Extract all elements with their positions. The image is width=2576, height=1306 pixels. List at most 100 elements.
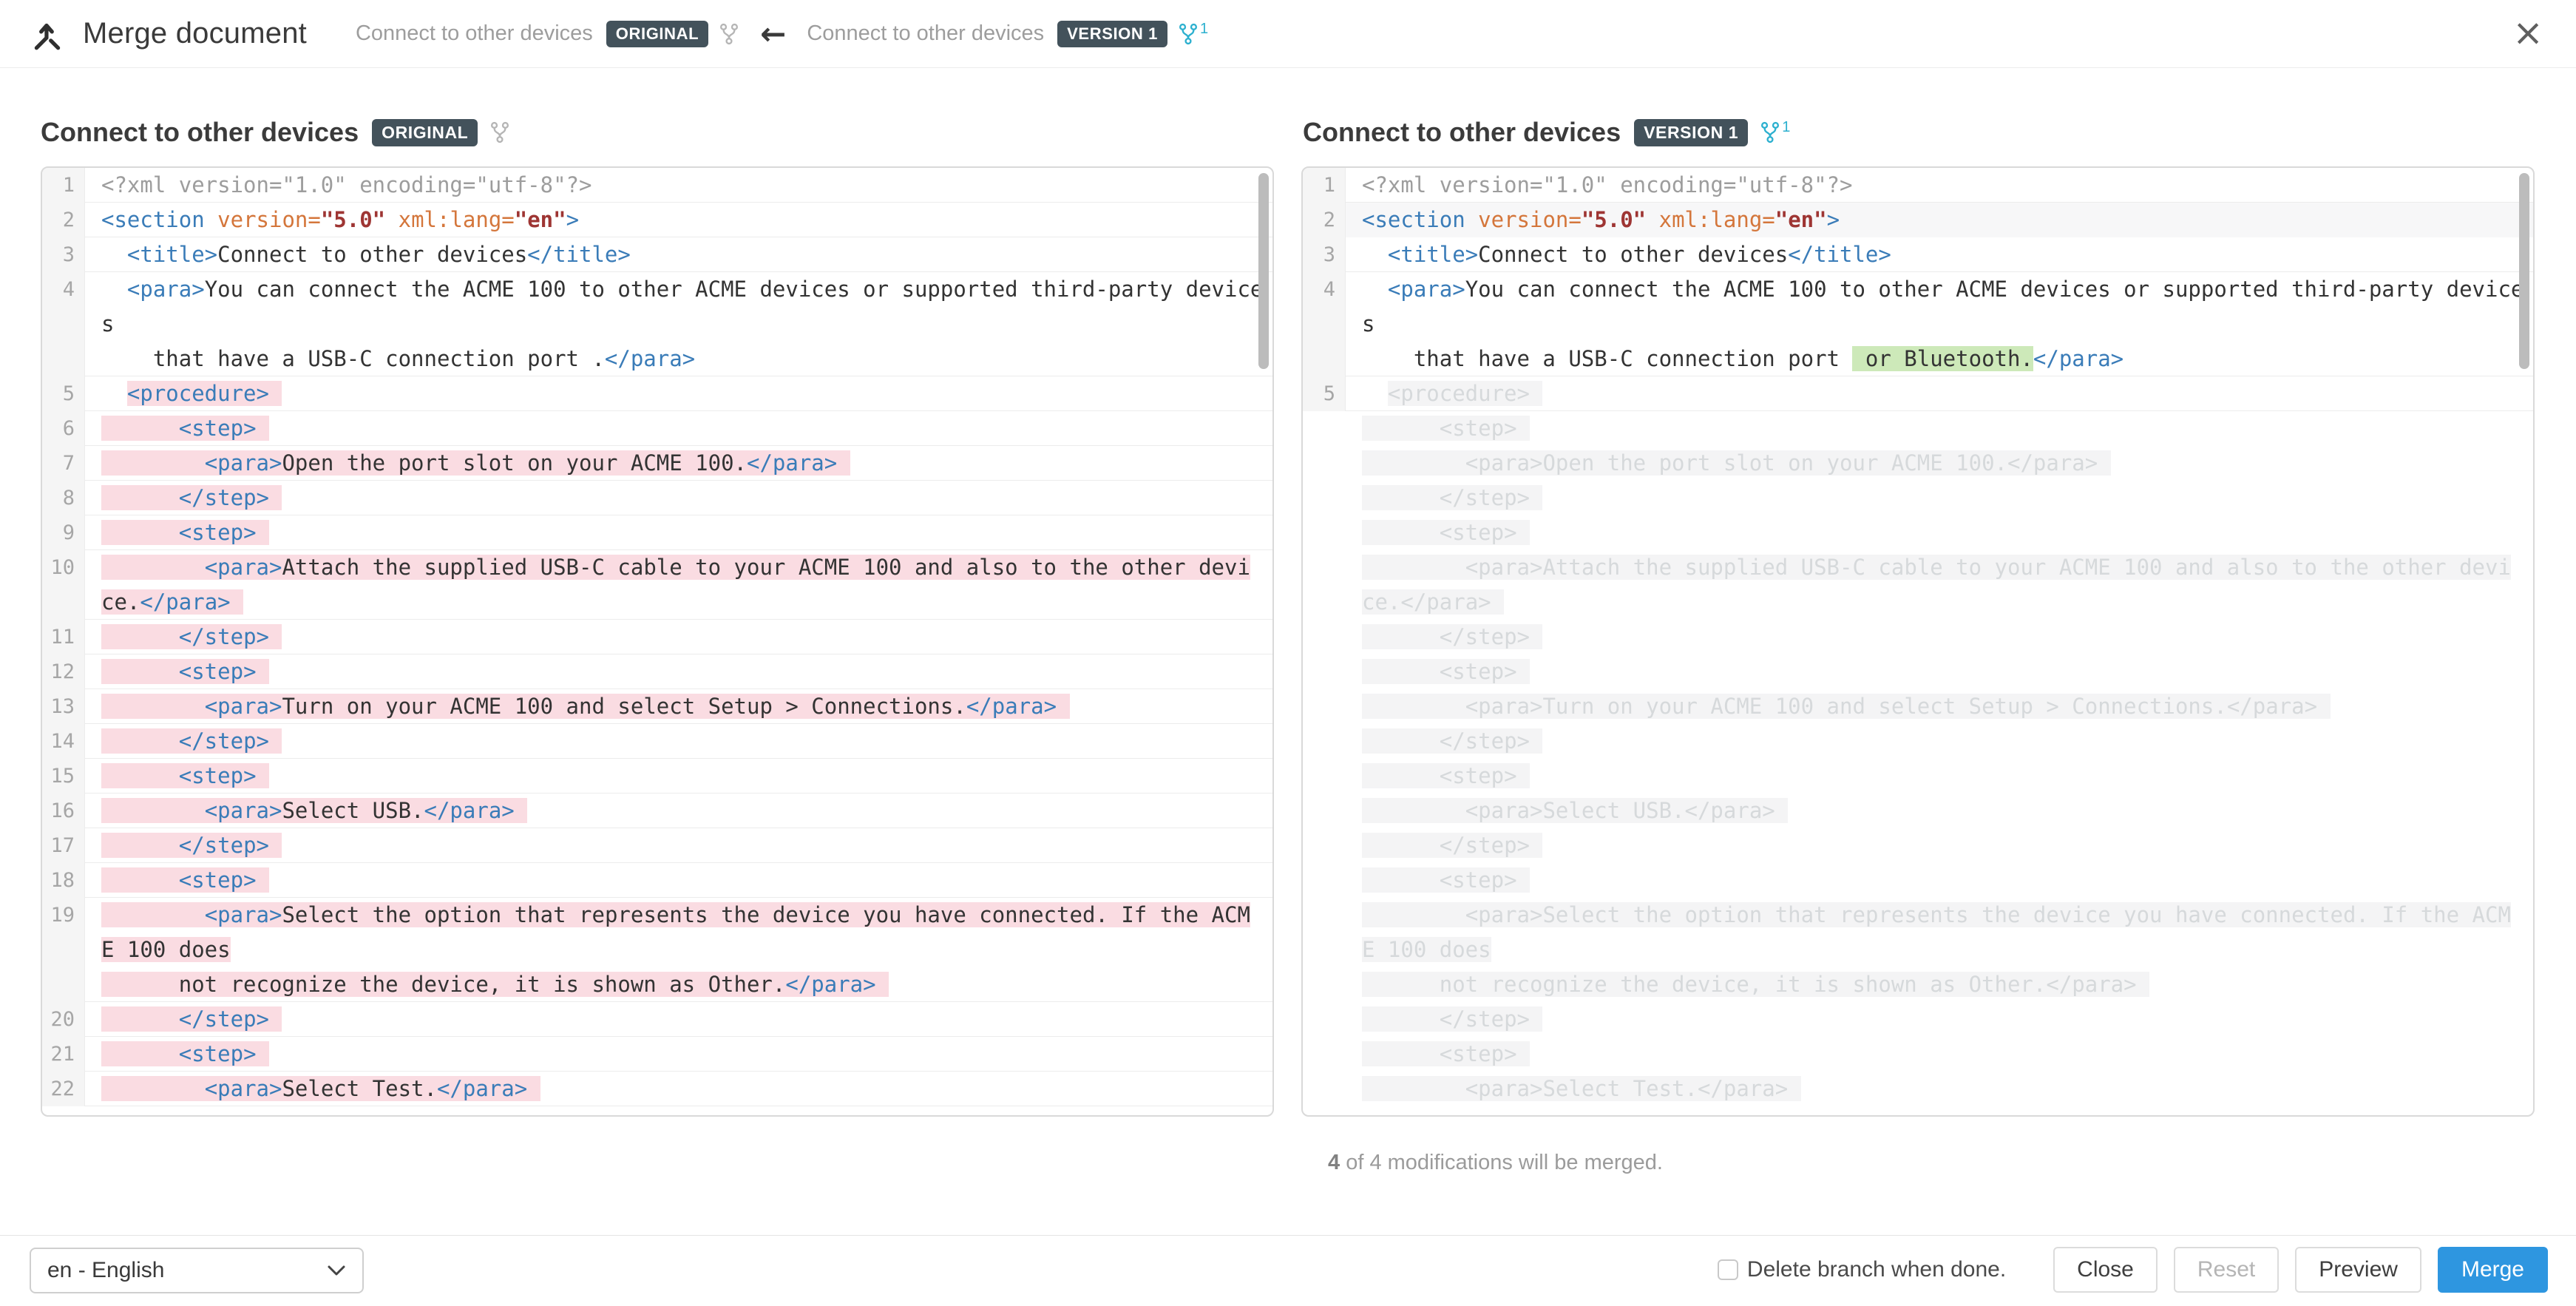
- code-row: <para>Turn on your ACME 100 and select S…: [1362, 689, 2533, 724]
- line-number: [1303, 898, 1346, 1002]
- line-number: 4: [42, 272, 85, 376]
- modifications-note-text: of 4 modifications will be merged.: [1340, 1151, 1663, 1174]
- line-number: [1303, 759, 1346, 794]
- line-number: [1303, 620, 1346, 654]
- modifications-note: 4 of 4 modifications will be merged.: [1328, 1151, 1663, 1175]
- right-panel-header: Connect to other devices VERSION 1 1: [1303, 111, 1790, 154]
- line-number: [1303, 1072, 1346, 1106]
- code-row: not recognize the device, it is shown as…: [101, 967, 1272, 1002]
- code-line: <step>: [1303, 654, 2533, 689]
- delete-branch-checkbox[interactable]: [1718, 1259, 1738, 1280]
- line-number: 4: [1303, 272, 1346, 376]
- code-line: 4 <para>You can connect the ACME 100 to …: [42, 272, 1272, 376]
- code-line: 21 <step>: [42, 1037, 1272, 1072]
- code-row: </step>: [1362, 724, 2533, 759]
- right-panel-scrollbar[interactable]: [2519, 173, 2529, 369]
- code-row: </step>: [101, 481, 1272, 515]
- code-row: E 100 does: [1362, 933, 2533, 967]
- modifications-count: 4: [1328, 1151, 1340, 1174]
- code-line: <step>: [1303, 863, 2533, 898]
- line-number: 16: [42, 794, 85, 828]
- code-row: </step>: [101, 620, 1272, 654]
- left-panel-scrollbar[interactable]: [1258, 173, 1269, 369]
- code-line: 3 <title>Connect to other devices</title…: [1303, 237, 2533, 272]
- line-number: 21: [42, 1037, 85, 1072]
- code-row: </step>: [101, 1002, 1272, 1037]
- left-panel-header: Connect to other devices ORIGINAL: [41, 111, 510, 154]
- code-line: 14 </step>: [42, 724, 1272, 759]
- version-code-editor[interactable]: 1<?xml version="1.0" encoding="utf-8"?>2…: [1303, 168, 2533, 1115]
- code-row: <procedure>: [1362, 376, 2533, 411]
- line-number: 10: [42, 550, 85, 620]
- code-row: <step>: [101, 654, 1272, 689]
- line-number: 14: [42, 724, 85, 759]
- code-row: s: [1362, 307, 2533, 342]
- line-number: [1303, 828, 1346, 863]
- code-row: </step>: [101, 828, 1272, 863]
- code-row: <step>: [1362, 515, 2533, 550]
- code-row: </step>: [1362, 1002, 2533, 1037]
- code-line: 12 <step>: [42, 654, 1272, 689]
- right-panel-branch-number: 1: [1782, 120, 1790, 135]
- code-row: <para>Open the port slot on your ACME 10…: [1362, 446, 2533, 481]
- delete-branch-label[interactable]: Delete branch when done.: [1747, 1257, 2006, 1282]
- code-row: <title>Connect to other devices</title>: [101, 237, 1272, 272]
- preview-button[interactable]: Preview: [2295, 1247, 2421, 1293]
- reset-button[interactable]: Reset: [2174, 1247, 2279, 1293]
- code-row: <?xml version="1.0" encoding="utf-8"?>: [101, 168, 1272, 203]
- code-line: </step>: [1303, 828, 2533, 863]
- code-row: <step>: [101, 759, 1272, 794]
- code-row: <procedure>: [101, 376, 1272, 411]
- footer-bar: en - English Delete branch when done. Cl…: [0, 1235, 2576, 1306]
- code-line: 1 <?xml version="1.0" encoding="utf-8"?>: [42, 168, 1272, 203]
- code-row: <para>Open the port slot on your ACME 10…: [101, 446, 1272, 481]
- code-line: 5 <procedure>: [1303, 376, 2533, 411]
- code-row: </step>: [1362, 828, 2533, 863]
- line-number: 6: [42, 411, 85, 446]
- code-line: 6 <step>: [42, 411, 1272, 446]
- code-line: 3 <title>Connect to other devices</title…: [42, 237, 1272, 272]
- code-row: <section version="5.0" xml:lang="en">: [101, 203, 1272, 237]
- code-row: E 100 does: [101, 933, 1272, 967]
- code-row: <step>: [101, 411, 1272, 446]
- line-number: [1303, 446, 1346, 481]
- line-number: [1303, 550, 1346, 620]
- merge-icon: [30, 16, 65, 52]
- code-row: <step>: [1362, 411, 2533, 446]
- code-row: <para>You can connect the ACME 100 to ot…: [1362, 272, 2533, 307]
- original-code-editor[interactable]: 1<?xml version="1.0" encoding="utf-8"?>2…: [42, 168, 1272, 1115]
- code-line: 1<?xml version="1.0" encoding="utf-8"?>: [1303, 168, 2533, 203]
- line-number: 3: [42, 237, 85, 272]
- right-panel-version-badge: VERSION 1: [1634, 119, 1748, 146]
- code-row: <step>: [101, 1037, 1272, 1072]
- code-row: ce.</para>: [101, 585, 1272, 620]
- code-row: <step>: [101, 515, 1272, 550]
- line-number: [1303, 724, 1346, 759]
- language-select[interactable]: en - English: [30, 1248, 364, 1293]
- code-line: 5 <procedure>: [42, 376, 1272, 411]
- code-line: 2<section version="5.0" xml:lang="en">: [42, 203, 1272, 237]
- code-line: 2<section version="5.0" xml:lang="en">: [1303, 203, 2533, 237]
- line-number: [1303, 481, 1346, 515]
- code-line: </step>: [1303, 724, 2533, 759]
- line-number: 13: [42, 689, 85, 724]
- code-line: </step>: [1303, 481, 2533, 515]
- line-number: 1: [42, 168, 85, 203]
- close-button[interactable]: Close: [2053, 1247, 2158, 1293]
- line-number: [1303, 515, 1346, 550]
- branch-icon: [719, 21, 739, 47]
- footer-actions: Delete branch when done. Close Reset Pre…: [1718, 1247, 2548, 1293]
- merge-button[interactable]: Merge: [2438, 1247, 2548, 1293]
- code-line: <para>Select USB.</para>: [1303, 794, 2533, 828]
- code-row: </step>: [1362, 481, 2533, 515]
- branch-version-icon: 1: [1178, 21, 1208, 47]
- right-panel-title: Connect to other devices: [1303, 117, 1621, 148]
- code-line: 20 </step>: [42, 1002, 1272, 1037]
- code-row: ce.</para>: [1362, 585, 2533, 620]
- code-line: <step>: [1303, 1037, 2533, 1072]
- close-icon[interactable]: ×: [2508, 13, 2548, 52]
- code-line: 10 <para>Attach the supplied USB-C cable…: [42, 550, 1272, 620]
- version-badge: VERSION 1: [1057, 21, 1167, 47]
- code-row: <para>Select USB.</para>: [1362, 794, 2533, 828]
- code-row: <para>Select USB.</para>: [101, 794, 1272, 828]
